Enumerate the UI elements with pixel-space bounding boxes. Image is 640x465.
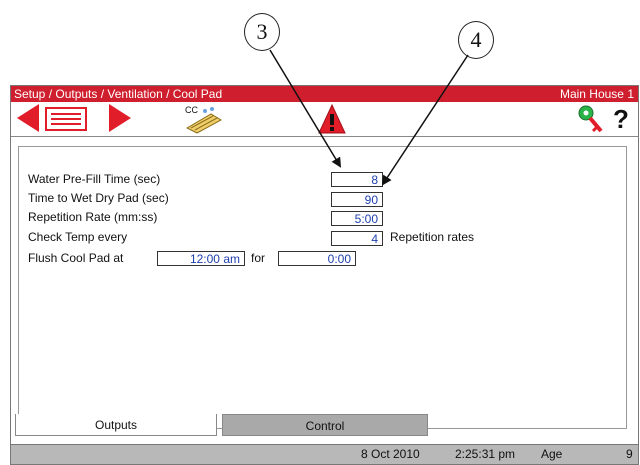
status-age-value: 9 xyxy=(626,447,633,461)
house-name: Main House 1 xyxy=(559,87,634,101)
title-bar: Setup / Outputs / Ventilation / Cool Pad… xyxy=(11,86,638,102)
previous-button[interactable] xyxy=(17,104,39,134)
flush-time-field[interactable]: 12:00 am xyxy=(157,251,245,266)
status-bar: 8 Oct 2010 2:25:31 pm Age 9 xyxy=(11,444,638,464)
status-date: 8 Oct 2010 xyxy=(361,447,420,461)
breadcrumb: Setup / Outputs / Ventilation / Cool Pad xyxy=(14,87,223,101)
settings-panel: Water Pre-Fill Time (sec) 8 Time to Wet … xyxy=(18,146,627,429)
setting-label: Time to Wet Dry Pad (sec) xyxy=(28,191,169,205)
repetition-rate-field[interactable]: 5:00 xyxy=(331,211,383,226)
flush-for-label: for xyxy=(251,251,266,265)
setting-label: Repetition Rate (mm:ss) xyxy=(28,210,158,224)
list-icon xyxy=(45,107,87,131)
tab-control[interactable]: Control xyxy=(222,414,428,436)
cool-pad-icon: CC xyxy=(185,105,223,134)
wet-dry-pad-field[interactable]: 90 xyxy=(331,192,383,207)
flush-label: Flush Cool Pad at xyxy=(28,251,124,265)
next-button[interactable] xyxy=(109,104,131,134)
menu-list-button[interactable] xyxy=(45,107,87,137)
toolbar: CC ? xyxy=(11,102,638,137)
cc-text: CC xyxy=(185,105,198,115)
cool-pad-cc-button[interactable]: CC xyxy=(181,102,227,134)
security-key-button[interactable] xyxy=(575,103,605,133)
flush-duration-field[interactable]: 0:00 xyxy=(278,251,356,266)
status-time: 2:25:31 pm xyxy=(455,447,516,461)
key-icon xyxy=(578,105,603,133)
callout-3: 3 xyxy=(244,13,280,51)
repetition-rates-suffix: Repetition rates xyxy=(390,230,475,244)
water-prefill-field[interactable]: 8 xyxy=(331,172,383,187)
help-button[interactable]: ? xyxy=(608,104,634,134)
callout-4: 4 xyxy=(458,21,494,59)
cool-pad-window: Setup / Outputs / Ventilation / Cool Pad… xyxy=(10,85,639,465)
check-temp-field[interactable]: 4 xyxy=(331,231,383,246)
alarm-button[interactable] xyxy=(317,103,347,134)
setting-label: Water Pre-Fill Time (sec) xyxy=(28,172,161,186)
setting-label: Check Temp every xyxy=(28,230,128,244)
arrow-right-icon xyxy=(109,104,131,132)
tab-outputs[interactable]: Outputs xyxy=(15,414,217,436)
arrow-left-icon xyxy=(17,104,39,132)
status-age-label: Age xyxy=(541,447,563,461)
alarm-warning-icon xyxy=(318,103,346,134)
